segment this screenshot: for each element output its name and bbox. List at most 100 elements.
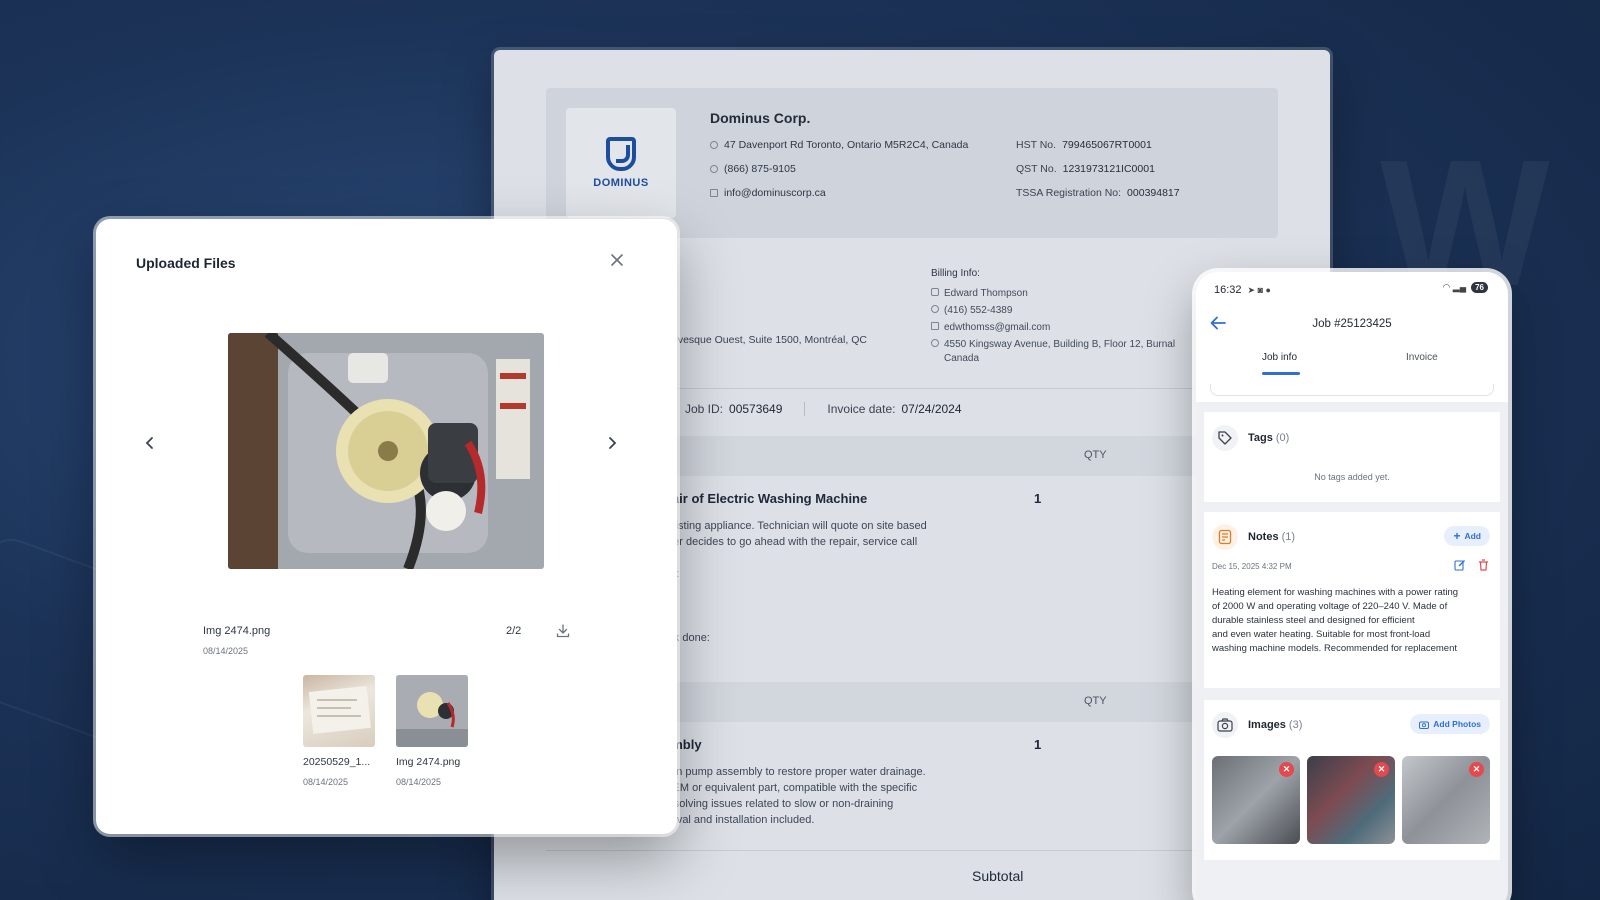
- add-photos-button[interactable]: Add Photos: [1410, 714, 1490, 734]
- close-button[interactable]: [604, 247, 630, 273]
- line-item-qty: 1: [1034, 737, 1042, 752]
- chevron-right-icon: [609, 437, 617, 449]
- billing-address: 4550 Kingsway Avenue, Building B, Floor …: [931, 339, 1175, 350]
- thumbnail-1[interactable]: [303, 675, 375, 747]
- thumbnail-2[interactable]: [396, 675, 468, 747]
- motor-thumbnail-image: [396, 675, 468, 747]
- download-icon: [556, 624, 570, 638]
- company-address: 47 Davenport Rd Toronto, Ontario M5R2C4,…: [710, 139, 968, 151]
- thumbnail-1-name: 20250529_1...: [303, 756, 371, 768]
- tab-job-info[interactable]: Job info: [1262, 352, 1297, 363]
- images-section: Images (3) Add Photos ✕ ✕ ✕: [1204, 700, 1500, 860]
- job-id: Job ID: 00573649: [685, 402, 783, 416]
- billing-name: Edward Thompson: [931, 288, 1028, 299]
- edit-icon: [1454, 560, 1465, 571]
- remove-image-button[interactable]: ✕: [1374, 762, 1389, 777]
- billing-title: Billing Info:: [931, 268, 980, 279]
- delete-note-button[interactable]: [1478, 559, 1489, 574]
- divider: [546, 850, 1278, 851]
- notes-title: Notes (1): [1248, 531, 1296, 543]
- preview-image: [228, 333, 544, 569]
- note-text: Heating element for washing machines wit…: [1212, 587, 1459, 654]
- status-bar-right: ◠ ▂▄ 76: [1442, 282, 1488, 293]
- qty-header: QTY: [1084, 695, 1107, 707]
- tag-icon: [1212, 425, 1238, 451]
- mobile-header: 16:32 ➤ ◙ ● ◠ ▂▄ 76 Job #25123425 Job in…: [1196, 272, 1508, 402]
- previous-button[interactable]: [138, 431, 162, 455]
- chevron-left-icon: [145, 437, 153, 449]
- camera-icon: [1419, 721, 1430, 729]
- line-item-desc: existing appliance. Technician will quot…: [664, 520, 927, 532]
- line-item-desc: resolving issues related to slow or non-…: [664, 798, 894, 810]
- download-button[interactable]: [552, 620, 574, 642]
- notes-icon: [1212, 524, 1238, 550]
- company-logo: DOMINUS: [566, 108, 676, 218]
- thumbnail-2-name: Img 2474.png: [396, 756, 461, 768]
- tags-title: Tags (0): [1248, 432, 1290, 444]
- divider: [804, 402, 806, 416]
- billing-email: edwthomss@gmail.com: [931, 322, 1050, 333]
- phone-icon: [931, 305, 939, 313]
- line-item-desc: rain pump assembly to restore proper wat…: [664, 766, 926, 778]
- company-phone: (866) 875-9105: [710, 163, 796, 175]
- washing-machine-motor-photo: [228, 333, 544, 569]
- current-file-name: Img 2474.png: [203, 625, 271, 637]
- tags-empty-message: No tags added yet.: [1314, 472, 1390, 482]
- job-image-1[interactable]: ✕: [1212, 756, 1300, 844]
- current-file-date: 08/14/2025: [203, 646, 249, 656]
- qty-header: QTY: [1084, 449, 1107, 461]
- remove-image-button[interactable]: ✕: [1279, 762, 1294, 777]
- tssa-number: TSSA Registration No: 000394817: [1016, 187, 1180, 199]
- invoice-date: Invoice date: 07/24/2024: [827, 402, 962, 416]
- plus-icon: +: [1453, 529, 1461, 543]
- company-name: Dominus Corp.: [710, 110, 811, 126]
- hst-number: HST No. 799465067RT0001: [1016, 139, 1152, 151]
- next-button[interactable]: [600, 431, 624, 455]
- active-tab-indicator: [1262, 372, 1300, 375]
- edit-note-button[interactable]: [1454, 559, 1466, 574]
- job-image-3[interactable]: ✕: [1402, 756, 1490, 844]
- uploaded-files-modal: Uploaded Files Img 2474.png 08/14/2025 2…: [96, 219, 677, 834]
- line-item-desc: mer decides to go ahead with the repair,…: [664, 536, 918, 548]
- thumbnail-1-date: 08/14/2025: [303, 777, 349, 787]
- mobile-app-screen: 16:32 ➤ ◙ ● ◠ ▂▄ 76 Job #25123425 Job in…: [1196, 272, 1508, 900]
- note-date: Dec 15, 2025 4:32 PM: [1212, 562, 1292, 571]
- signal-icon: ◠ ▂▄: [1442, 282, 1467, 292]
- line-item-qty: 1: [1034, 491, 1042, 506]
- shield-logo-icon: [606, 137, 636, 171]
- user-icon: [931, 288, 939, 296]
- remove-image-button[interactable]: ✕: [1469, 762, 1484, 777]
- images-title: Images (3): [1248, 719, 1303, 731]
- tags-section: Tags (0) No tags added yet.: [1204, 412, 1500, 502]
- tab-invoice[interactable]: Invoice: [1406, 352, 1438, 363]
- client-address: évesque Ouest, Suite 1500, Montréal, QC: [672, 334, 867, 346]
- company-email: info@dominuscorp.ca: [710, 187, 826, 199]
- invoice-header: DOMINUS Dominus Corp. 47 Davenport Rd To…: [546, 88, 1278, 238]
- location-icon: [710, 141, 718, 149]
- mail-icon: [710, 189, 718, 197]
- battery-icon: 76: [1471, 282, 1488, 293]
- subtotal-label: Subtotal: [972, 868, 1024, 884]
- billing-address-country: Canada: [944, 353, 980, 364]
- phone-icon: [710, 165, 718, 173]
- modal-title: Uploaded Files: [136, 255, 236, 271]
- trash-icon: [1479, 559, 1488, 571]
- line-item-desc: OEM or equivalent part, compatible with …: [664, 782, 918, 794]
- camera-icon: [1212, 712, 1238, 738]
- qst-number: QST No. 1231973121IC0001: [1016, 163, 1155, 175]
- location-icon: [931, 339, 939, 347]
- billing-phone: (416) 552-4389: [931, 305, 1012, 316]
- thumbnail-2-date: 08/14/2025: [396, 777, 442, 787]
- collapsed-card-edge: [1210, 384, 1494, 396]
- job-title: Job #25123425: [1312, 318, 1392, 330]
- line-item-title: pair of Electric Washing Machine: [664, 491, 868, 506]
- status-icons: ➤ ◙ ●: [1247, 284, 1271, 295]
- file-counter: 2/2: [506, 625, 522, 637]
- invoice-meta: Job ID: 00573649 Invoice date: 07/24/2024: [662, 402, 962, 416]
- notes-section: Notes (1) + Add Dec 15, 2025 4:32 PM Heat…: [1204, 512, 1500, 688]
- add-note-button[interactable]: + Add: [1444, 526, 1490, 546]
- job-image-2[interactable]: ✕: [1307, 756, 1395, 844]
- status-bar-time: 16:32 ➤ ◙ ●: [1214, 284, 1271, 296]
- document-thumbnail-image: [308, 685, 371, 734]
- mail-icon: [931, 322, 939, 330]
